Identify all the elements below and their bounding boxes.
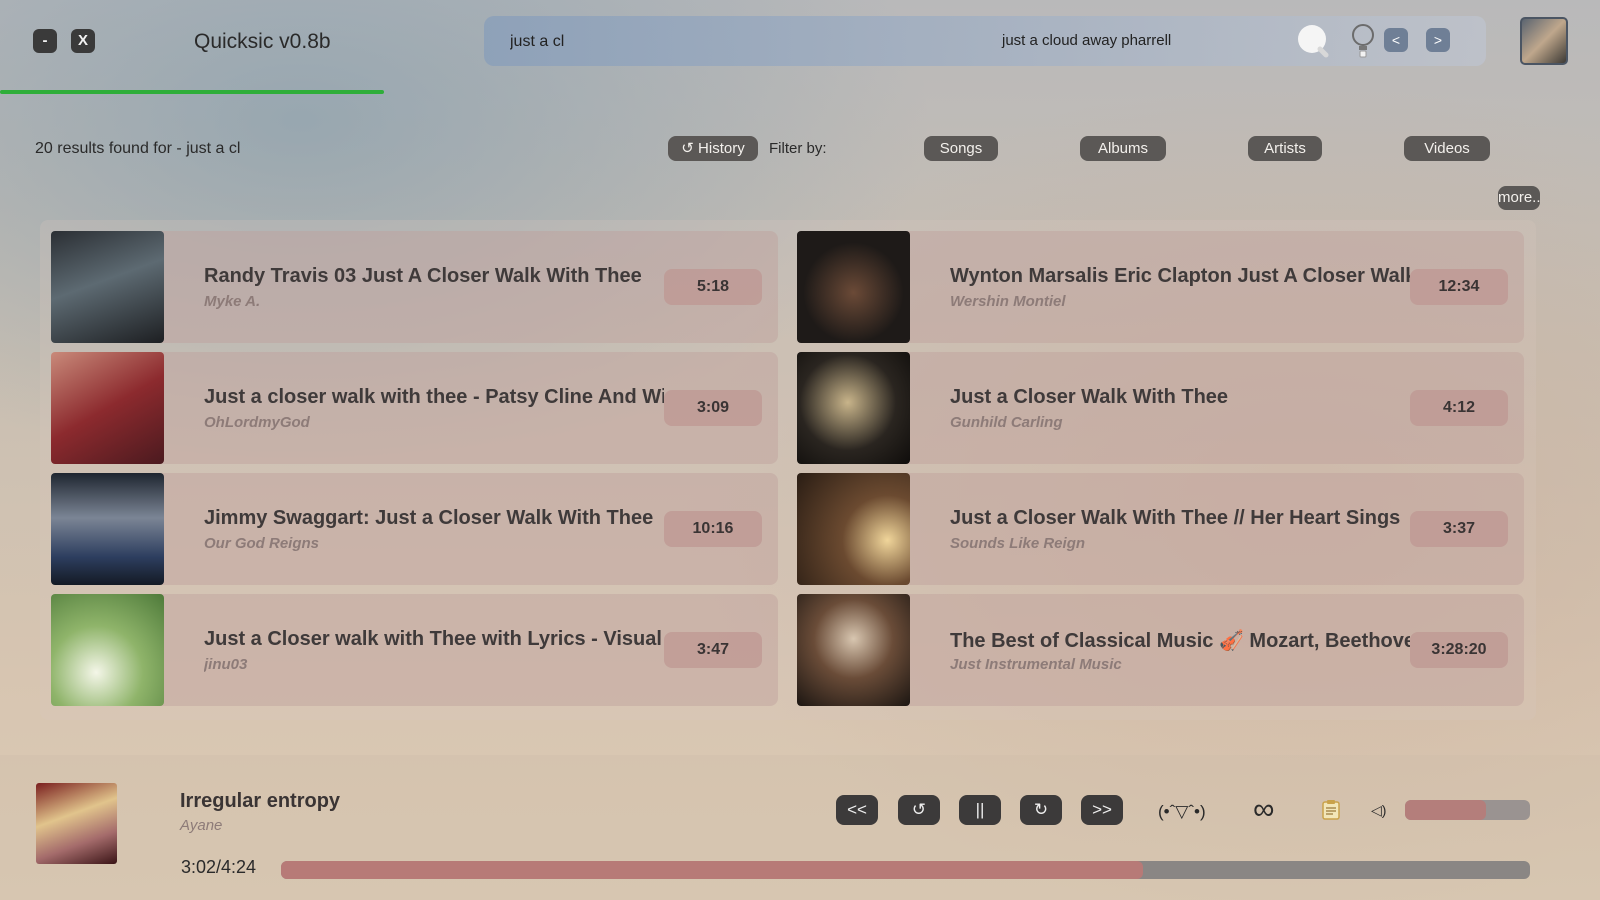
back-button[interactable]: < xyxy=(1384,28,1408,52)
result-title: Just a Closer walk with Thee with Lyrics… xyxy=(204,628,664,650)
forward-loop-button[interactable]: ↻ xyxy=(1020,795,1062,825)
volume-slider[interactable] xyxy=(1405,800,1530,820)
result-duration: 5:18 xyxy=(664,269,762,305)
result-card[interactable]: Just a Closer Walk With Thee Gunhild Car… xyxy=(797,352,1524,464)
result-card[interactable]: Just a Closer Walk With Thee // Her Hear… xyxy=(797,473,1524,585)
result-title: Wynton Marsalis Eric Clapton Just A Clos… xyxy=(950,265,1410,287)
thumbnail-image xyxy=(797,231,910,343)
result-artist: OhLordmyGod xyxy=(204,414,310,431)
loop-icon[interactable]: ∞ xyxy=(1253,795,1274,825)
close-button[interactable]: X xyxy=(71,29,95,53)
album-art xyxy=(36,783,117,864)
result-artist: Sounds Like Reign xyxy=(950,535,1086,552)
lightbulb-icon[interactable] xyxy=(1350,23,1376,59)
results-summary: 20 results found for - just a cl xyxy=(35,140,241,157)
result-duration: 3:47 xyxy=(664,632,762,668)
result-duration: 3:09 xyxy=(664,390,762,426)
thumbnail-image xyxy=(51,231,164,343)
result-artist: Wershin Montiel xyxy=(950,293,1066,310)
emote-button[interactable]: (•ˆ▽ˆ•) xyxy=(1158,802,1206,822)
result-duration: 4:12 xyxy=(1410,390,1508,426)
now-playing-artist: Ayane xyxy=(180,817,223,834)
result-title: Just a Closer Walk With Thee xyxy=(950,386,1229,408)
loading-progress-bar xyxy=(0,90,384,94)
result-card[interactable]: Wynton Marsalis Eric Clapton Just A Clos… xyxy=(797,231,1524,343)
forward-button[interactable]: > xyxy=(1426,28,1450,52)
seek-bar[interactable] xyxy=(281,861,1530,879)
search-suggestion[interactable]: just a cloud away pharrell xyxy=(1002,32,1171,49)
filter-label: Filter by: xyxy=(769,140,827,157)
filter-songs-button[interactable]: Songs xyxy=(924,136,998,161)
replay-button[interactable]: ↺ xyxy=(898,795,940,825)
search-icon[interactable] xyxy=(1296,24,1330,58)
minimize-button[interactable]: - xyxy=(33,29,57,53)
more-button[interactable]: more.. xyxy=(1498,186,1541,210)
lyrics-icon[interactable] xyxy=(1322,800,1340,820)
rewind-button[interactable]: << xyxy=(836,795,878,825)
history-button[interactable]: ↺ History xyxy=(668,136,758,161)
result-artist: Gunhild Carling xyxy=(950,414,1063,431)
result-duration: 12:34 xyxy=(1410,269,1508,305)
result-card[interactable]: Just a closer walk with thee - Patsy Cli… xyxy=(51,352,778,464)
result-artist: Myke A. xyxy=(204,293,261,310)
result-card[interactable]: Just a Closer walk with Thee with Lyrics… xyxy=(51,594,778,706)
result-duration: 3:37 xyxy=(1410,511,1508,547)
result-title: Just a Closer Walk With Thee // Her Hear… xyxy=(950,507,1401,529)
thumbnail-image xyxy=(797,594,910,706)
result-artist: jinu03 xyxy=(204,656,248,673)
search-bar: just a cloud away pharrell < > xyxy=(484,16,1486,66)
filter-artists-button[interactable]: Artists xyxy=(1248,136,1322,161)
result-artist: Our God Reigns xyxy=(204,535,320,552)
result-title: Just a closer walk with thee - Patsy Cli… xyxy=(204,386,664,408)
result-card[interactable]: Jimmy Swaggart: Just a Closer Walk With … xyxy=(51,473,778,585)
filter-albums-button[interactable]: Albums xyxy=(1080,136,1166,161)
app-title: Quicksic v0.8b xyxy=(194,30,331,53)
result-artist: Just Instrumental Music xyxy=(950,656,1122,673)
pause-button[interactable]: || xyxy=(959,795,1001,825)
result-card[interactable]: The Best of Classical Music 🎻 Mozart, Be… xyxy=(797,594,1524,706)
thumbnail-image xyxy=(51,594,164,706)
result-title: The Best of Classical Music 🎻 Mozart, Be… xyxy=(950,630,1410,652)
profile-avatar[interactable] xyxy=(1520,17,1568,65)
result-title: Jimmy Swaggart: Just a Closer Walk With … xyxy=(204,507,654,529)
result-duration: 3:28:20 xyxy=(1410,632,1508,668)
skip-button[interactable]: >> xyxy=(1081,795,1123,825)
now-playing-title: Irregular entropy xyxy=(180,790,341,812)
search-input[interactable] xyxy=(508,30,812,54)
result-card[interactable]: Randy Travis 03 Just A Closer Walk With … xyxy=(51,231,778,343)
filter-videos-button[interactable]: Videos xyxy=(1404,136,1490,161)
results-panel: Randy Travis 03 Just A Closer Walk With … xyxy=(40,220,1536,720)
time-readout: 3:02/4:24 xyxy=(181,857,257,877)
volume-slider-fill xyxy=(1405,800,1487,820)
thumbnail-image xyxy=(797,473,910,585)
result-title: Randy Travis 03 Just A Closer Walk With … xyxy=(204,265,642,287)
volume-icon[interactable]: ◁) xyxy=(1371,802,1386,819)
thumbnail-image xyxy=(51,473,164,585)
thumbnail-image xyxy=(797,352,910,464)
result-duration: 10:16 xyxy=(664,511,762,547)
thumbnail-image xyxy=(51,352,164,464)
seek-bar-fill xyxy=(281,861,1143,879)
